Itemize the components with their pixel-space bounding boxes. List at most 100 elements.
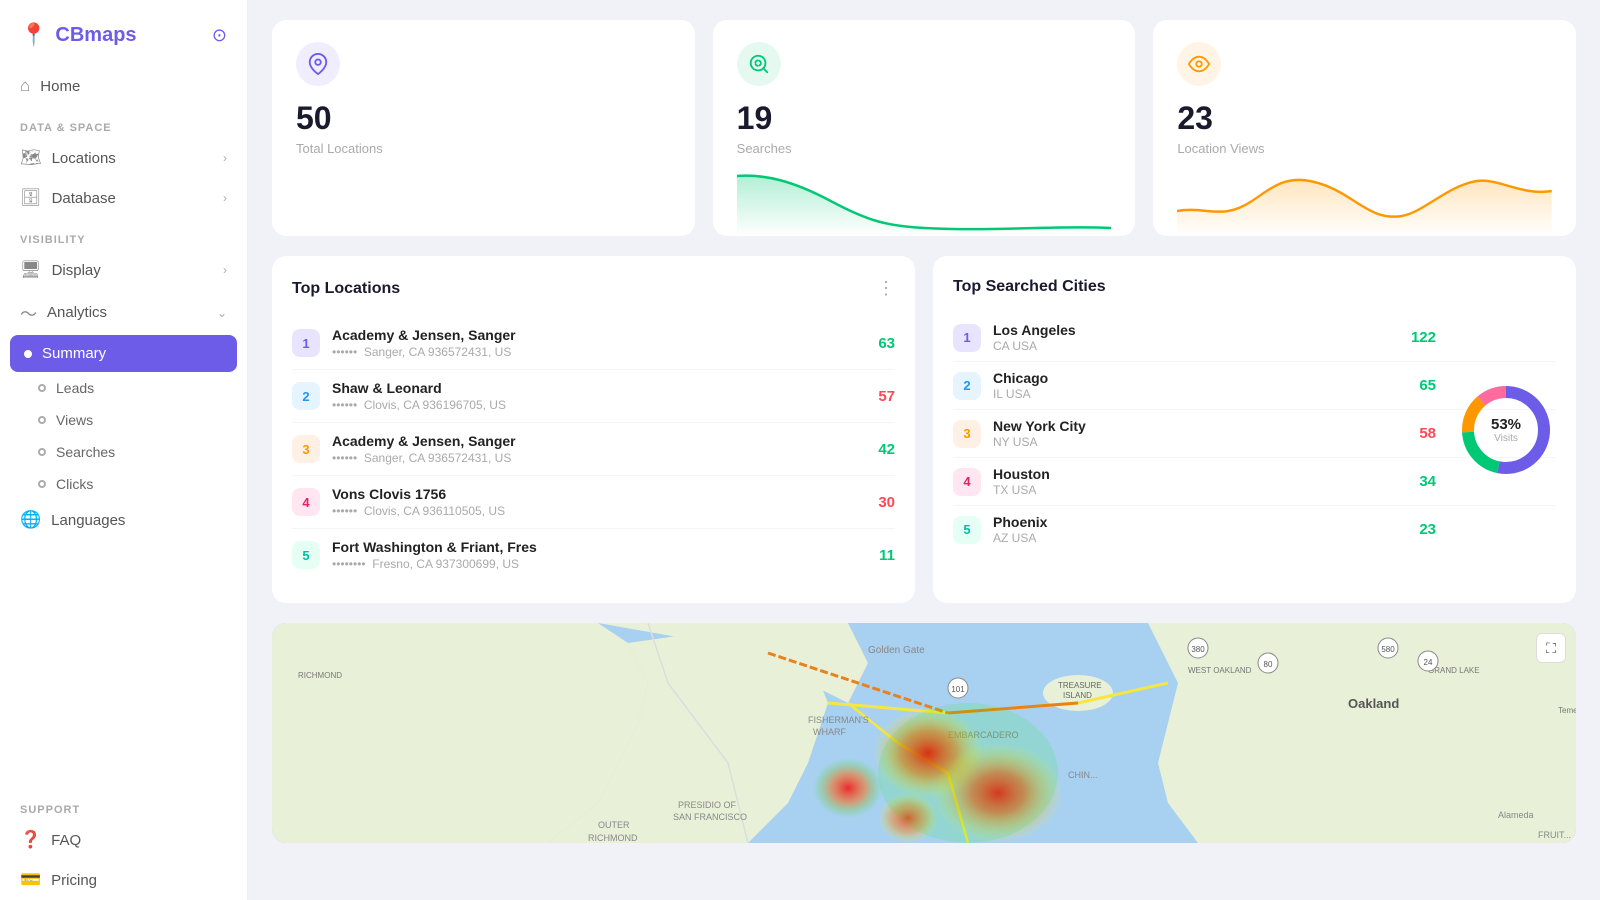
locations-label: Locations xyxy=(52,150,116,167)
locations-chart xyxy=(296,166,671,236)
pricing-icon: 💳 xyxy=(20,870,41,890)
location-addr-4: •••••• Clovis, CA 936110505, US xyxy=(332,504,866,518)
sidebar-item-display[interactable]: 🖥 Display › xyxy=(0,250,247,290)
location-count-3: 42 xyxy=(878,441,895,458)
svg-text:SAN FRANCISCO: SAN FRANCISCO xyxy=(673,812,747,822)
sidebar-item-views[interactable]: Views xyxy=(0,404,247,436)
svg-text:80: 80 xyxy=(1264,660,1273,669)
city-name-4: Houston xyxy=(993,466,1407,482)
svg-text:OUTER: OUTER xyxy=(598,820,630,830)
donut-sub: Visits xyxy=(1491,433,1521,444)
logo-pin-icon: 📍 xyxy=(20,22,47,48)
city-info-3: New York City NY USA xyxy=(993,418,1407,449)
svg-text:101: 101 xyxy=(951,685,965,694)
location-name-3: Academy & Jensen, Sanger xyxy=(332,433,866,449)
analytics-label: Analytics xyxy=(47,304,107,321)
total-locations-card: 50 Total Locations xyxy=(272,20,695,236)
location-row-5: 5 Fort Washington & Friant, Fres •••••••… xyxy=(292,529,895,581)
app-name: CBmaps xyxy=(55,24,136,47)
top-locations-card: Top Locations ⋮ 1 Academy & Jensen, Sang… xyxy=(272,256,915,603)
sidebar-item-faq[interactable]: ❓ FAQ xyxy=(0,820,247,860)
summary-dot xyxy=(24,350,32,358)
searches-stat-icon xyxy=(737,42,781,86)
city-count-1: 122 xyxy=(1411,329,1556,346)
section-data-space: DATA & SPACE xyxy=(0,106,247,138)
city-rank-1: 1 xyxy=(953,324,981,352)
city-name-2: Chicago xyxy=(993,370,1407,386)
settings-icon[interactable]: ⊙ xyxy=(212,25,227,46)
views-stat-icon xyxy=(1177,42,1221,86)
rank-badge-2: 2 xyxy=(292,382,320,410)
svg-text:CHIN...: CHIN... xyxy=(1068,770,1098,780)
cities-title: Top Searched Cities xyxy=(953,278,1106,296)
searches-chart xyxy=(737,166,1112,236)
location-addr-3: •••••• Sanger, CA 936572431, US xyxy=(332,451,866,465)
top-locations-header: Top Locations ⋮ xyxy=(292,278,895,299)
home-icon: ⌂ xyxy=(20,76,30,96)
sidebar-item-summary[interactable]: Summary xyxy=(10,335,237,372)
map-expand-button[interactable]: ⛶ xyxy=(1536,633,1566,663)
city-info-2: Chicago IL USA xyxy=(993,370,1407,401)
top-locations-title: Top Locations xyxy=(292,280,400,298)
sidebar-item-home[interactable]: ⌂ Home xyxy=(0,66,247,106)
sidebar-item-database[interactable]: 🗄 Database › xyxy=(0,178,247,218)
searches-dot xyxy=(38,448,46,456)
locations-stat-icon xyxy=(296,42,340,86)
city-row-1: 1 Los Angeles CA USA 122 xyxy=(953,314,1556,362)
pricing-label: Pricing xyxy=(51,872,97,889)
sidebar-item-searches[interactable]: Searches xyxy=(0,436,247,468)
display-icon: 🖥 xyxy=(20,260,42,280)
location-views-number: 23 xyxy=(1177,100,1552,137)
views-chart xyxy=(1177,166,1552,236)
searches-label: Searches xyxy=(737,141,1112,156)
location-info-1: Academy & Jensen, Sanger •••••• Sanger, … xyxy=(332,327,866,359)
svg-text:FISHERMAN'S: FISHERMAN'S xyxy=(808,715,869,725)
city-sub-3: NY USA xyxy=(993,435,1407,449)
searches-number: 19 xyxy=(737,100,1112,137)
locations-arrow: › xyxy=(223,151,227,165)
summary-label: Summary xyxy=(42,345,106,362)
location-info-5: Fort Washington & Friant, Fres •••••••• … xyxy=(332,539,867,571)
city-rank-5: 5 xyxy=(953,516,981,544)
sidebar-item-locations[interactable]: 🗺 Locations › xyxy=(0,138,247,178)
rank-badge-5: 5 xyxy=(292,541,320,569)
svg-text:WEST OAKLAND: WEST OAKLAND xyxy=(1188,666,1252,675)
faq-icon: ❓ xyxy=(20,830,41,850)
top-cities-card: Top Searched Cities 53% xyxy=(933,256,1576,603)
rank-badge-3: 3 xyxy=(292,435,320,463)
donut-center: 53% Visits xyxy=(1491,416,1521,444)
database-label: Database xyxy=(52,190,116,207)
languages-icon: 🌐 xyxy=(20,510,41,530)
svg-text:Golden Gate: Golden Gate xyxy=(868,645,925,656)
svg-text:380: 380 xyxy=(1191,645,1205,654)
svg-text:Oakland: Oakland xyxy=(1348,696,1399,711)
top-locations-menu[interactable]: ⋮ xyxy=(877,278,895,299)
location-row-4: 4 Vons Clovis 1756 •••••• Clovis, CA 936… xyxy=(292,476,895,529)
location-addr-2: •••••• Clovis, CA 936196705, US xyxy=(332,398,866,412)
rank-badge-1: 1 xyxy=(292,329,320,357)
location-views-card: 23 Location Views xyxy=(1153,20,1576,236)
sidebar: 📍 CBmaps ⊙ ⌂ Home DATA & SPACE 🗺 Locatio… xyxy=(0,0,248,900)
database-arrow: › xyxy=(223,191,227,205)
donut-chart: 53% Visits xyxy=(1456,380,1556,480)
cities-header: Top Searched Cities xyxy=(953,278,1556,296)
home-label: Home xyxy=(40,78,80,95)
city-sub-5: AZ USA xyxy=(993,531,1407,545)
location-count-1: 63 xyxy=(878,335,895,352)
sidebar-item-languages[interactable]: 🌐 Languages xyxy=(0,500,247,540)
location-count-4: 30 xyxy=(878,494,895,511)
rank-badge-4: 4 xyxy=(292,488,320,516)
views-label: Views xyxy=(56,412,93,428)
sidebar-item-analytics[interactable]: 〜 Analytics ⌄ xyxy=(0,290,247,335)
location-info-3: Academy & Jensen, Sanger •••••• Sanger, … xyxy=(332,433,866,465)
location-row-3: 3 Academy & Jensen, Sanger •••••• Sanger… xyxy=(292,423,895,476)
sidebar-item-clicks[interactable]: Clicks xyxy=(0,468,247,500)
svg-text:RICHMOND: RICHMOND xyxy=(298,671,342,680)
sidebar-item-pricing[interactable]: 💳 Pricing xyxy=(0,860,247,900)
location-info-4: Vons Clovis 1756 •••••• Clovis, CA 93611… xyxy=(332,486,866,518)
location-name-1: Academy & Jensen, Sanger xyxy=(332,327,866,343)
sidebar-item-leads[interactable]: Leads xyxy=(0,372,247,404)
donut-pct: 53% xyxy=(1491,416,1521,433)
city-sub-2: IL USA xyxy=(993,387,1407,401)
svg-text:580: 580 xyxy=(1381,645,1395,654)
